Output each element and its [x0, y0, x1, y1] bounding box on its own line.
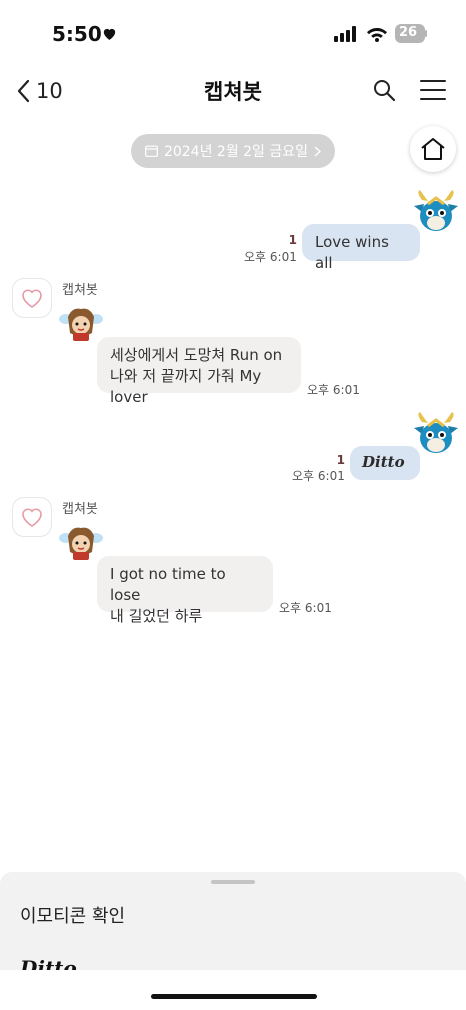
- bot-message-bubble[interactable]: 세상에게서 도망쳐 Run on 나와 저 끝까지 가줘 My lover: [97, 337, 301, 406]
- emoticon-preview-text[interactable]: Ditto: [20, 956, 77, 970]
- heart-icon: [103, 28, 116, 40]
- heart-outline-icon: [22, 289, 42, 308]
- dog-emoticon: [59, 527, 103, 560]
- calendar-icon: [145, 145, 158, 157]
- menu-icon[interactable]: [420, 79, 446, 101]
- bot-message-bubble[interactable]: I got no time to lose 내 길었던 하루: [97, 556, 273, 625]
- battery-icon: 26: [395, 24, 427, 43]
- message-text: Love wins all: [315, 233, 389, 272]
- bot-profile-avatar[interactable]: [12, 278, 52, 318]
- home-icon: [421, 138, 445, 160]
- bot-profile-avatar[interactable]: [12, 497, 52, 537]
- wifi-icon: [367, 28, 387, 42]
- chevron-right-icon: [314, 145, 322, 157]
- unread-chat-count: 10: [36, 79, 63, 103]
- battery-level: 26: [398, 25, 418, 40]
- message-line: I got no time to lose: [110, 565, 226, 604]
- sheet-title: 이모티콘 확인: [20, 906, 126, 927]
- message-line: 내 길었던 하루: [110, 607, 203, 625]
- emoticon-preview-sheet: 이모티콘 확인 Ditto: [0, 872, 466, 970]
- sheet-drag-handle[interactable]: [211, 880, 255, 884]
- message-line: 세상에게서 도망쳐 Run on: [110, 346, 283, 364]
- unread-count: 1: [336, 453, 345, 467]
- date-divider-button[interactable]: 2024년 2월 2일 금요일: [131, 134, 335, 168]
- my-message-bubble[interactable]: Love wins all: [302, 224, 420, 272]
- dog-emoticon: [59, 308, 103, 341]
- message-time: 오후 6:01: [292, 469, 345, 483]
- home-indicator-area: [0, 970, 466, 1010]
- chat-header: 10 캡쳐봇: [0, 62, 466, 118]
- home-indicator[interactable]: [151, 994, 317, 999]
- status-bar: 5:50 26: [0, 0, 466, 62]
- date-label: 2024년 2월 2일 금요일: [163, 144, 309, 160]
- home-button[interactable]: [410, 126, 456, 172]
- message-line: 나와 저 끝까지 가줘 My lover: [110, 367, 262, 406]
- message-text: Ditto: [362, 453, 405, 471]
- sender-name: 캡쳐봇: [62, 283, 98, 298]
- my-message-bubble[interactable]: Ditto: [350, 446, 420, 480]
- message-time: 오후 6:01: [307, 383, 360, 397]
- signal-icon: [334, 26, 356, 42]
- sender-name: 캡쳐봇: [62, 502, 98, 517]
- status-time: 5:50: [52, 22, 102, 46]
- message-time: 오후 6:01: [244, 250, 297, 264]
- unread-count: 1: [288, 233, 297, 247]
- search-icon[interactable]: [372, 78, 396, 102]
- back-button[interactable]: 10: [16, 76, 76, 106]
- message-time: 오후 6:01: [279, 601, 332, 615]
- heart-outline-icon: [22, 508, 42, 527]
- back-chevron-icon: [17, 79, 30, 103]
